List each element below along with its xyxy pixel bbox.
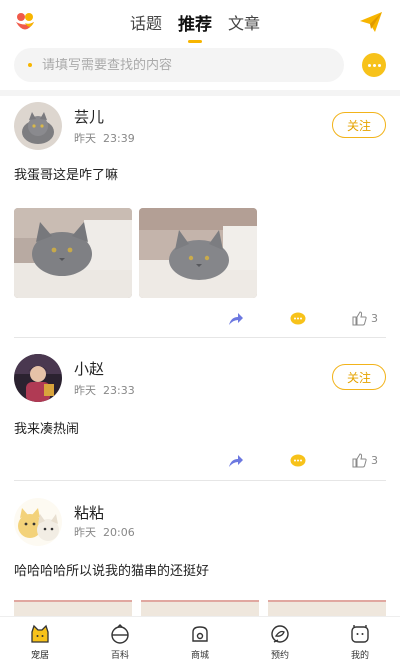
tab-recommended[interactable]: 推荐 <box>178 6 212 43</box>
post-text: 我来凑热闹 <box>14 422 80 437</box>
comment-icon[interactable] <box>290 454 306 468</box>
nav-item-encyclopedia[interactable]: 百科 <box>80 617 160 666</box>
comment-icon[interactable] <box>290 312 306 326</box>
post-username[interactable]: 芸儿 <box>74 106 104 127</box>
follow-button[interactable]: 关注 <box>332 112 386 138</box>
encyclopedia-icon <box>111 624 129 644</box>
app-logo-icon <box>16 13 34 30</box>
nav-label: 我的 <box>350 651 369 661</box>
post-photo[interactable] <box>268 600 386 616</box>
nav-label: 商城 <box>190 651 209 661</box>
shop-bag-icon <box>192 626 208 642</box>
post-divider <box>14 480 386 481</box>
search-input[interactable] <box>42 57 302 73</box>
post-photo[interactable] <box>14 600 132 616</box>
home-cat-icon <box>31 624 49 643</box>
post-actions: 3 <box>0 310 400 330</box>
follow-button[interactable]: 关注 <box>332 364 386 390</box>
post-time: 昨天 20:06 <box>74 524 135 540</box>
post-time: 昨天 23:39 <box>74 130 135 146</box>
post-card: 小赵 昨天 23:33 关注 我来凑热闹 3 <box>0 352 400 482</box>
like-count: 3 <box>371 454 378 467</box>
section-divider <box>0 90 400 96</box>
search-box[interactable] <box>14 48 344 82</box>
post-day: 昨天 <box>74 132 96 145</box>
send-post-icon[interactable] <box>358 9 384 35</box>
post-clock: 23:33 <box>103 384 135 397</box>
post-text: 我蛋哥这是咋了嘛 <box>14 168 119 183</box>
feed-tabs: 话题 推荐 文章 <box>130 6 260 43</box>
like-button[interactable]: 3 <box>352 311 378 326</box>
nav-label: 宠居 <box>30 651 49 661</box>
like-count: 3 <box>371 312 378 325</box>
post-actions: 3 <box>0 452 400 472</box>
tab-articles[interactable]: 文章 <box>228 6 260 35</box>
nav-label: 百科 <box>110 651 129 661</box>
post-photo[interactable] <box>139 208 257 298</box>
post-clock: 23:39 <box>103 132 135 145</box>
post-photo[interactable] <box>14 208 132 298</box>
avatar[interactable] <box>14 354 62 402</box>
share-icon[interactable] <box>228 312 244 326</box>
post-card: 芸儿 昨天 23:39 关注 我蛋哥这是咋了嘛 3 <box>0 100 400 340</box>
search-dot-icon <box>28 63 32 67</box>
avatar[interactable] <box>14 102 62 150</box>
post-day: 昨天 <box>74 526 96 539</box>
avatar[interactable] <box>14 498 62 546</box>
post-username[interactable]: 小赵 <box>74 358 104 379</box>
thumbs-up-icon <box>352 311 367 326</box>
tab-topics[interactable]: 话题 <box>130 6 162 35</box>
nav-item-profile[interactable]: 我的 <box>320 617 400 666</box>
nav-label: 预约 <box>270 651 289 661</box>
messages-icon[interactable] <box>362 53 386 77</box>
post-text: 哈哈哈哈所以说我的猫串的还挺好 <box>14 564 210 579</box>
nav-item-home[interactable]: 宠居 <box>0 617 80 666</box>
post-photo[interactable] <box>141 600 259 616</box>
bottom-nav: 宠居 百科 商城 预约 我的 <box>0 616 400 666</box>
profile-icon <box>351 625 369 643</box>
post-day: 昨天 <box>74 384 96 397</box>
nav-item-appointment[interactable]: 预约 <box>240 617 320 666</box>
post-divider <box>14 337 386 338</box>
post-clock: 20:06 <box>103 526 135 539</box>
share-icon[interactable] <box>228 454 244 468</box>
search-row <box>0 48 400 82</box>
top-header: 话题 推荐 文章 <box>0 0 400 44</box>
like-button[interactable]: 3 <box>352 453 378 468</box>
thumbs-up-icon <box>352 453 367 468</box>
post-time: 昨天 23:33 <box>74 382 135 398</box>
post-card: 粘粘 昨天 20:06 哈哈哈哈所以说我的猫串的还挺好 <box>0 494 400 616</box>
nav-item-shop[interactable]: 商城 <box>160 617 240 666</box>
post-username[interactable]: 粘粘 <box>74 502 104 523</box>
appointment-icon <box>271 625 289 643</box>
